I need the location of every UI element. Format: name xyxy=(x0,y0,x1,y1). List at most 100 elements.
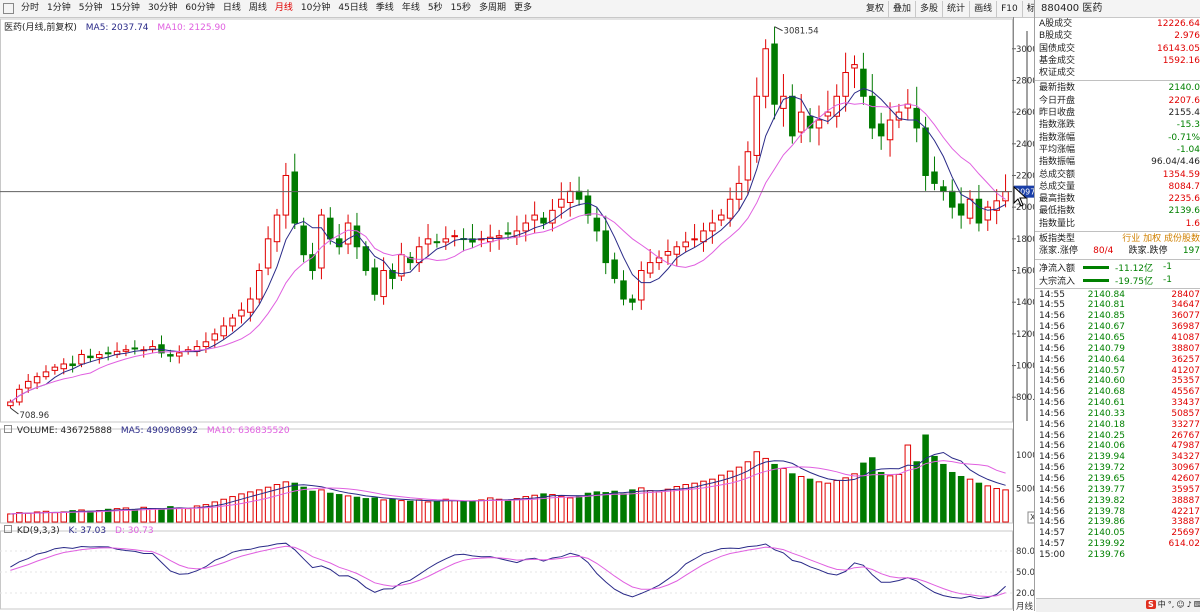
volume-bar xyxy=(479,500,485,522)
candle-body xyxy=(923,128,929,176)
ime-voice-icon[interactable]: ♪ xyxy=(1187,600,1192,609)
index-stats: 最新指数2140.0今日开盘2207.6昨日收盘2155.4指数涨跌-15.3指… xyxy=(1035,82,1200,230)
tool-button[interactable]: F10 xyxy=(997,1,1023,17)
candle-body xyxy=(132,348,138,349)
ime-mode-icon[interactable]: 中 xyxy=(1158,599,1166,610)
period-tab[interactable]: 15秒 xyxy=(447,0,475,17)
period-tabs: 分时1分钟5分钟15分钟30分钟60分钟日线周线月线10分钟45日线季线年线5秒… xyxy=(0,0,536,17)
candle-body xyxy=(754,96,760,155)
tick-row: 14:562140.6436257 xyxy=(1035,355,1200,366)
collapse-icon[interactable] xyxy=(4,425,12,433)
tool-button[interactable]: 多股 xyxy=(916,1,943,17)
tool-button[interactable]: 复权 xyxy=(862,1,889,17)
volume-bar xyxy=(861,463,867,522)
volume-bar xyxy=(354,497,360,522)
breadth-row: 涨家.涨停 80/4 跌家.跌停 197 xyxy=(1035,245,1200,257)
candle-body xyxy=(763,49,769,97)
price-axis: 3000280026002400220020001800160014001200… xyxy=(1012,45,1034,403)
volume-bar xyxy=(958,476,964,522)
candle-body xyxy=(123,350,129,352)
candle-body xyxy=(639,271,645,300)
tool-button[interactable]: 画线 xyxy=(970,1,997,17)
tick-row: 14:562139.7735957 xyxy=(1035,485,1200,496)
tool-button[interactable]: 统计 xyxy=(943,1,970,17)
tick-volume: 30967 xyxy=(1125,463,1200,474)
panel-toggle-icon[interactable] xyxy=(3,3,14,14)
tick-row: 14:562140.8536077 xyxy=(1035,311,1200,322)
flow-value-2: -1 xyxy=(1163,262,1172,272)
ime-logo-icon[interactable]: S xyxy=(1146,600,1156,609)
kd-tick-label: 20.00 xyxy=(1016,589,1034,599)
tick-price: 2140.79 xyxy=(1067,344,1125,355)
candle-body xyxy=(248,299,254,312)
tick-price: 2139.65 xyxy=(1067,474,1125,485)
price-tick-label: 2800 xyxy=(1016,76,1034,86)
collapse-icon[interactable] xyxy=(4,525,12,533)
index-stat-row: 总成交额1354.59 xyxy=(1035,169,1200,181)
period-tab[interactable]: 月线 xyxy=(271,0,297,17)
period-tab[interactable]: 30分钟 xyxy=(144,0,181,17)
period-tab[interactable]: 1分钟 xyxy=(43,0,75,17)
tick-price: 2140.84 xyxy=(1067,290,1125,301)
volume-bar xyxy=(834,481,840,522)
period-tab[interactable]: 周线 xyxy=(245,0,271,17)
fund-flow-row: 净流入额-11.12亿-1 xyxy=(1035,261,1200,274)
flow-value: -11.12亿 xyxy=(1115,261,1153,274)
index-stat-label: 最低指数 xyxy=(1039,205,1075,217)
fund-flow-row: 大宗流入-19.75亿-1 xyxy=(1035,274,1200,287)
sector-type-row: 板指类型 行业 加权 成份股数 xyxy=(1035,233,1200,245)
tick-list[interactable]: 14:552140.842840714:552140.813464714:562… xyxy=(1035,290,1200,561)
period-tab[interactable]: 5秒 xyxy=(424,0,447,17)
index-stat-row: 指数振幅96.04/4.46 xyxy=(1035,156,1200,168)
period-tab[interactable]: 45日线 xyxy=(334,0,371,17)
period-tab[interactable]: 日线 xyxy=(219,0,245,17)
sector-type-value[interactable]: 行业 加权 成份股数 xyxy=(1122,233,1200,245)
candle-body xyxy=(701,231,707,242)
period-tab[interactable]: 60分钟 xyxy=(181,0,218,17)
index-stat-label: 昨日收盘 xyxy=(1039,107,1075,119)
tick-price: 2140.61 xyxy=(1067,398,1125,409)
market-stat-row: 权证成交 xyxy=(1035,67,1200,79)
volume-bar xyxy=(896,474,902,522)
kline-chart[interactable]: 3000280026002400220020001800160014001200… xyxy=(0,17,1034,611)
volume-bar xyxy=(878,472,884,522)
tick-row: 14:562140.0647987 xyxy=(1035,441,1200,452)
period-tab[interactable]: 5分钟 xyxy=(75,0,107,17)
index-stat-row: 指数涨幅-0.71% xyxy=(1035,132,1200,144)
volume-bar xyxy=(470,501,476,522)
flow-label: 大宗流入 xyxy=(1039,274,1075,287)
ime-punct-icon[interactable]: °, xyxy=(1168,600,1175,609)
index-stat-row: 指数涨跌-15.3 xyxy=(1035,119,1200,131)
candle-body xyxy=(230,318,236,326)
panel-frame xyxy=(1,531,1013,609)
ime-emoji-icon[interactable]: ☺ xyxy=(1176,600,1184,609)
index-stat-label: 最高指数 xyxy=(1039,193,1075,205)
candle-body xyxy=(976,199,982,223)
price-tick-label: 1200 xyxy=(1016,330,1034,340)
tool-button[interactable]: 叠加 xyxy=(889,1,916,17)
index-stat-label: 总成交量 xyxy=(1039,181,1075,193)
ime-keyboard-icon[interactable]: ⌨ xyxy=(1194,600,1200,609)
volume-bar xyxy=(221,499,227,522)
candle-body xyxy=(345,223,351,244)
period-tab[interactable]: 季线 xyxy=(372,0,398,17)
tick-row: 14:562140.6736987 xyxy=(1035,322,1200,333)
volume-bar xyxy=(843,478,849,522)
quote-sidebar: 880400 医药 A股成交12226.64B股成交2.976国债成交16143… xyxy=(1034,0,1200,611)
period-tab[interactable]: 15分钟 xyxy=(106,0,143,17)
period-tab[interactable]: 10分钟 xyxy=(297,0,334,17)
tick-row: 14:562140.6133437 xyxy=(1035,398,1200,409)
flow-bar xyxy=(1083,266,1109,269)
candle-body xyxy=(798,112,804,132)
ime-bar[interactable]: S 中 °, ☺ ♪ ⌨ ✿ ▦ xyxy=(1146,599,1200,610)
period-tab[interactable]: 年线 xyxy=(398,0,424,17)
period-tab[interactable]: 多周期 xyxy=(475,0,510,17)
candle-body xyxy=(168,355,174,356)
low-label: 708.96 xyxy=(19,411,49,421)
period-tab[interactable]: 分时 xyxy=(17,0,43,17)
tick-price: 2139.94 xyxy=(1067,452,1125,463)
candle-body xyxy=(887,120,893,140)
breadth-down-label: 跌家.跌停 xyxy=(1129,245,1168,257)
candle-body xyxy=(914,108,920,128)
period-tab[interactable]: 更多 xyxy=(510,0,536,17)
